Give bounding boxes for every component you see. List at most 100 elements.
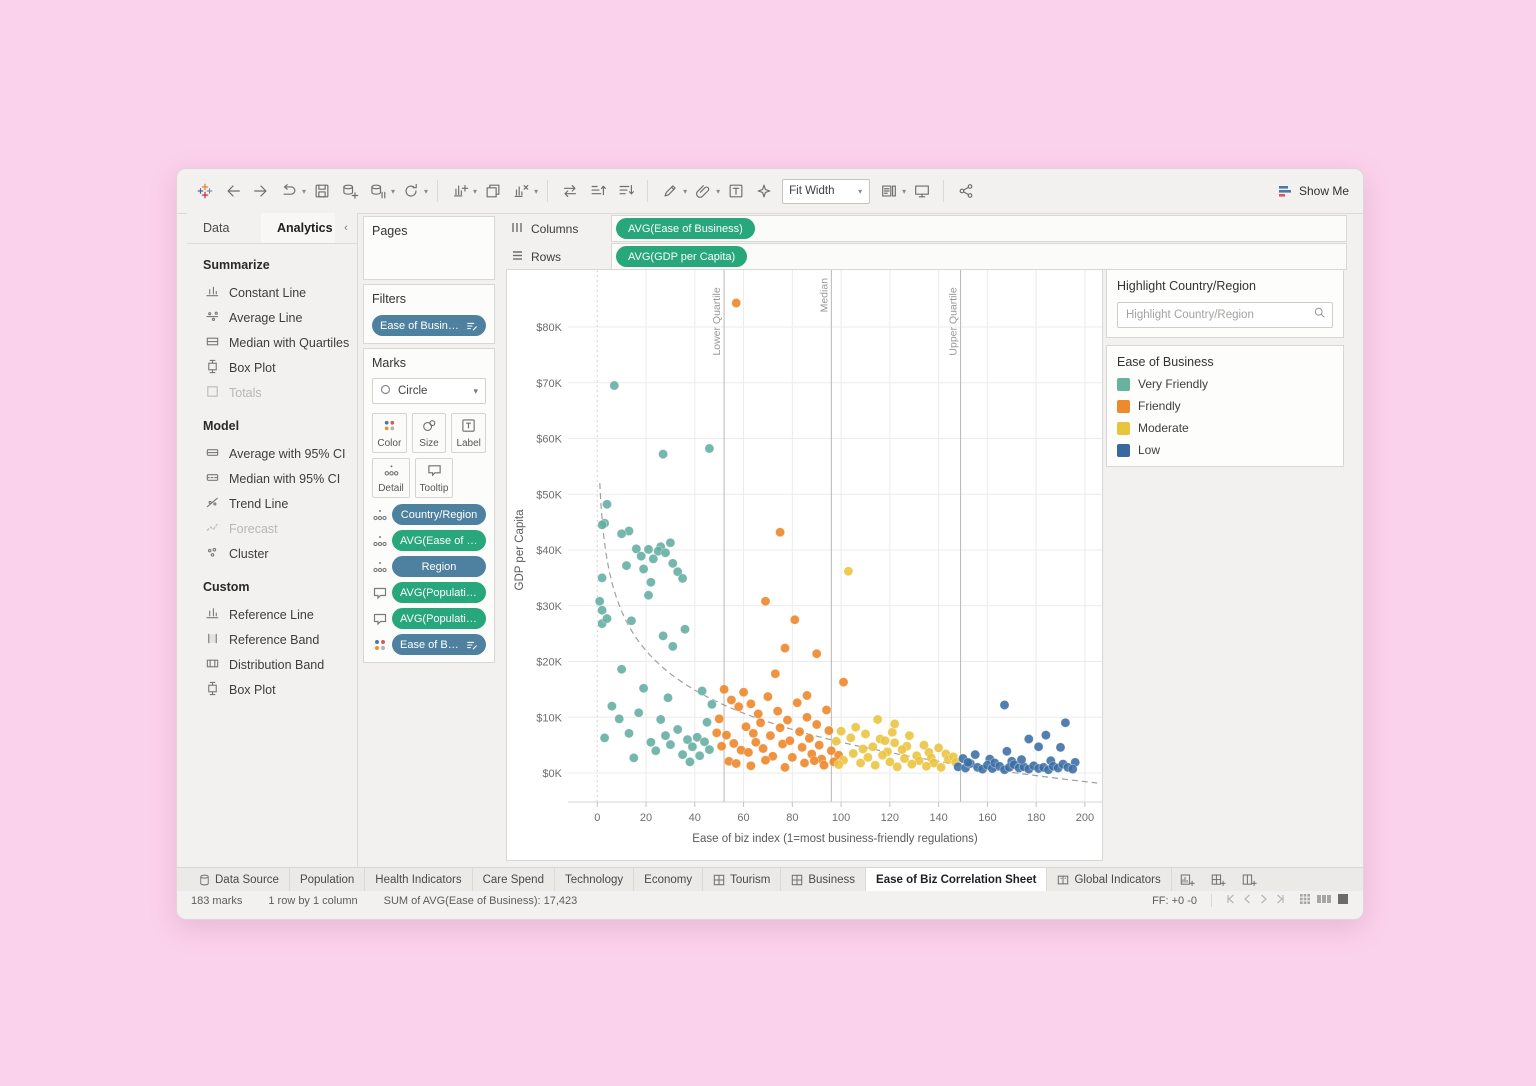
data-point[interactable] xyxy=(600,733,609,742)
data-point[interactable] xyxy=(766,731,775,740)
grid-view-icon[interactable] xyxy=(1299,893,1311,908)
prev-page-icon[interactable] xyxy=(1243,894,1252,907)
data-point[interactable] xyxy=(624,729,633,738)
data-point[interactable] xyxy=(688,742,697,751)
mark-pill[interactable]: AVG(Population .. xyxy=(392,582,486,603)
data-point[interactable] xyxy=(610,381,619,390)
sort-descending-icon[interactable] xyxy=(612,178,639,205)
data-point[interactable] xyxy=(898,745,907,754)
data-point[interactable] xyxy=(666,538,675,547)
data-point[interactable] xyxy=(761,597,770,606)
new-dashboard-button[interactable] xyxy=(1203,868,1234,892)
data-point[interactable] xyxy=(1041,731,1050,740)
show-cards-icon[interactable] xyxy=(875,178,902,205)
legend-item[interactable]: Low xyxy=(1117,443,1333,457)
data-point[interactable] xyxy=(759,744,768,753)
data-point[interactable] xyxy=(1000,700,1009,709)
tooltip-button[interactable]: Tooltip xyxy=(415,458,453,498)
data-point[interactable] xyxy=(788,753,797,762)
data-point[interactable] xyxy=(780,644,789,653)
data-point[interactable] xyxy=(663,693,672,702)
mark-pill[interactable]: Country/Region xyxy=(392,504,486,525)
new-worksheet-button[interactable] xyxy=(1172,868,1203,892)
single-view-icon[interactable] xyxy=(1337,893,1349,908)
analytics-item-average-line[interactable]: Average Line xyxy=(187,305,357,330)
chevron-down-icon[interactable]: ▾ xyxy=(534,187,538,196)
scatter-plot-sheet[interactable]: Lower QuartileMedianUpper Quartile020406… xyxy=(506,269,1103,861)
data-point[interactable] xyxy=(819,761,828,770)
data-point[interactable] xyxy=(622,561,631,570)
clear-sheet-icon[interactable] xyxy=(507,178,534,205)
data-point[interactable] xyxy=(1017,755,1026,764)
data-point[interactable] xyxy=(702,718,711,727)
data-point[interactable] xyxy=(637,552,646,561)
next-page-icon[interactable] xyxy=(1259,894,1268,907)
forward-icon[interactable] xyxy=(247,178,274,205)
data-point[interactable] xyxy=(832,737,841,746)
data-point[interactable] xyxy=(659,450,668,459)
data-point[interactable] xyxy=(890,719,899,728)
data-point[interactable] xyxy=(785,736,794,745)
data-point[interactable] xyxy=(871,761,880,770)
columns-shelf[interactable]: Columns AVG(Ease of Business) xyxy=(503,215,1347,242)
data-point[interactable] xyxy=(746,699,755,708)
data-point[interactable] xyxy=(644,591,653,600)
data-point[interactable] xyxy=(922,762,931,771)
data-point[interactable] xyxy=(678,574,687,583)
data-point[interactable] xyxy=(1034,742,1043,751)
data-point[interactable] xyxy=(822,705,831,714)
new-story-button[interactable] xyxy=(1234,868,1265,892)
data-point[interactable] xyxy=(800,758,809,767)
data-point[interactable] xyxy=(839,678,848,687)
data-point[interactable] xyxy=(717,742,726,751)
size-button[interactable]: Size xyxy=(412,413,447,453)
chevron-down-icon[interactable]: ▾ xyxy=(683,187,687,196)
data-point[interactable] xyxy=(780,763,789,772)
data-point[interactable] xyxy=(749,729,758,738)
data-point[interactable] xyxy=(890,738,899,747)
data-point[interactable] xyxy=(798,743,807,752)
mark-pill[interactable]: Ease of Busine.. xyxy=(392,634,486,655)
data-point[interactable] xyxy=(893,762,902,771)
data-point[interactable] xyxy=(598,520,607,529)
data-point[interactable] xyxy=(729,739,738,748)
analytics-item-median-with-quartiles[interactable]: Median with Quartiles xyxy=(187,330,357,355)
data-point[interactable] xyxy=(661,731,670,740)
analytics-item-constant-line[interactable]: Constant Line xyxy=(187,280,357,305)
data-point[interactable] xyxy=(617,665,626,674)
sidebar-tab-data[interactable]: Data xyxy=(187,213,261,243)
data-point[interactable] xyxy=(856,758,865,767)
sidebar-tab-analytics[interactable]: Analytics xyxy=(261,213,335,243)
data-point[interactable] xyxy=(746,761,755,770)
data-point[interactable] xyxy=(659,631,668,640)
data-point[interactable] xyxy=(963,758,972,767)
data-point[interactable] xyxy=(646,578,655,587)
data-point[interactable] xyxy=(1056,743,1065,752)
data-point[interactable] xyxy=(705,745,714,754)
data-point[interactable] xyxy=(715,714,724,723)
highlight-icon[interactable] xyxy=(656,178,683,205)
new-worksheet-icon[interactable] xyxy=(446,178,473,205)
data-point[interactable] xyxy=(844,567,853,576)
data-point[interactable] xyxy=(678,750,687,759)
redo-icon[interactable] xyxy=(275,178,302,205)
chevron-down-icon[interactable]: ▾ xyxy=(473,187,477,196)
data-point[interactable] xyxy=(1068,765,1077,774)
data-point[interactable] xyxy=(732,298,741,307)
data-point[interactable] xyxy=(617,529,626,538)
data-point[interactable] xyxy=(810,756,819,765)
mark-pill[interactable]: Region xyxy=(392,556,486,577)
data-point[interactable] xyxy=(680,625,689,634)
sheet-tab-ease-of-biz-correlation-sheet[interactable]: Ease of Biz Correlation Sheet xyxy=(866,868,1047,892)
filter-pill[interactable]: Ease of Business (cl.. xyxy=(372,315,486,336)
text-label-icon[interactable] xyxy=(722,178,749,205)
chevron-down-icon[interactable]: ▾ xyxy=(391,187,395,196)
data-point[interactable] xyxy=(878,751,887,760)
data-point[interactable] xyxy=(815,741,824,750)
data-point[interactable] xyxy=(754,709,763,718)
highlight-search-input[interactable] xyxy=(1124,308,1313,322)
analytics-item-cluster[interactable]: Cluster xyxy=(187,541,357,566)
chevron-down-icon[interactable]: ▾ xyxy=(902,187,906,196)
data-point[interactable] xyxy=(905,731,914,740)
data-point[interactable] xyxy=(771,669,780,678)
